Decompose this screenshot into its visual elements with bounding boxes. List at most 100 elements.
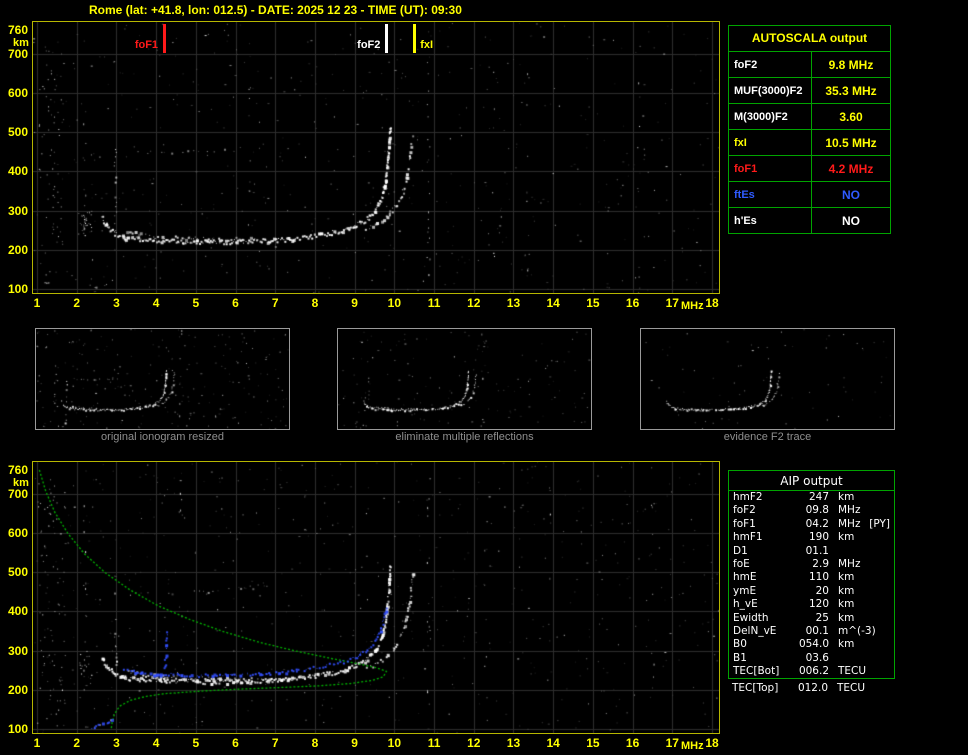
aip-table-rows: hmF2 247 km foF2 09.8 MHz foF1 04.2 MHz [PY] hmF1 1… xyxy=(729,491,894,678)
aip-table-title: AIP output xyxy=(729,471,894,491)
y-axis-tick-top: 300 xyxy=(7,203,28,218)
aip-row-unit: km xyxy=(838,531,855,544)
y-axis-tick-top: 400 xyxy=(7,164,28,179)
y-axis-tick-top: 600 xyxy=(7,85,28,100)
x-axis-tick-bottom: 13 xyxy=(506,736,521,750)
x-axis-tick-top: 8 xyxy=(311,296,319,310)
aip-row: DelN_vE 00.1 m^(-3) xyxy=(729,625,894,638)
fof1-marker-line xyxy=(163,24,167,53)
aip-row-label: B0 xyxy=(733,638,747,651)
x-axis-tick-bottom: 11 xyxy=(427,736,441,750)
y-axis-tick-bottom: 100 xyxy=(7,722,28,736)
autoscala-row: MUF(3000)F2 35.3 MHz xyxy=(729,77,890,103)
aip-row-unit: MHz xyxy=(838,504,861,517)
autoscala-row-label: foF2 xyxy=(729,52,812,77)
aip-row: TEC[Bot] 006.2 TECU xyxy=(729,665,894,678)
x-axis-tick-bottom: 4 xyxy=(152,736,160,750)
autoscala-row-value: 10.5 MHz xyxy=(825,136,877,150)
thumbnail-original-ionogram xyxy=(35,328,290,430)
aip-row-label: hmF1 xyxy=(733,531,763,544)
aip-table-rows-outside: TEC[Top] 012.0 TECU xyxy=(728,682,895,695)
aip-row: B1 03.6 xyxy=(729,652,894,665)
aip-row-unit: km xyxy=(838,571,855,584)
x-axis-tick-bottom: 10 xyxy=(387,736,402,750)
aip-row: foF1 04.2 MHz [PY] xyxy=(729,518,894,531)
x-axis-tick-bottom: 1 xyxy=(33,736,41,750)
aip-row: D1 01.1 xyxy=(729,545,894,558)
aip-row-value: 120 xyxy=(808,598,829,611)
autoscala-row-value: 3.60 xyxy=(839,110,863,124)
x-axis-tick-bottom: 3 xyxy=(113,736,120,750)
thumbnail-evidence-f2-trace xyxy=(640,328,895,430)
y-axis-tick-top: 100 xyxy=(7,282,28,296)
autoscala-row-label: ftEs xyxy=(729,182,812,207)
aip-row-unit: m^(-3) xyxy=(838,624,876,637)
aip-row-value: 006.2 xyxy=(798,665,829,678)
autoscala-row: M(3000)F2 3.60 xyxy=(729,103,890,129)
aip-row-unit: km xyxy=(838,584,855,597)
aip-row-label: foF1 xyxy=(733,517,756,530)
y-axis-tick-bottom: 600 xyxy=(7,525,28,540)
y-axis-tick-bottom: 300 xyxy=(7,643,28,658)
aip-row-label: foF2 xyxy=(733,504,756,517)
aip-row-value: 2.9 xyxy=(812,557,829,570)
x-axis-tick-top: 1 xyxy=(33,296,41,310)
aip-row-unit: MHz xyxy=(838,557,861,570)
aip-row-unit: km xyxy=(838,638,855,651)
autoscala-row-label: M(3000)F2 xyxy=(729,104,812,129)
aip-row-value: 01.1 xyxy=(805,544,829,557)
aip-row-value: 054.0 xyxy=(798,638,829,651)
x-axis-tick-top: 16 xyxy=(625,296,640,310)
autoscala-app-window: Rome (lat: +41.8, lon: 012.5) - DATE: 20… xyxy=(0,0,968,755)
autoscala-table-rows: foF2 9.8 MHz MUF(3000)F2 35.3 MHz M(3000)F2 3… xyxy=(729,51,890,233)
x-axis-tick-bottom: 17 xyxy=(665,736,679,750)
aip-row-label: h_vE xyxy=(733,598,758,611)
aip-row-value: 110 xyxy=(808,571,829,584)
aip-row: foF2 09.8 MHz xyxy=(729,504,894,517)
aip-row: foE 2.9 MHz xyxy=(729,558,894,571)
fxi-marker-line xyxy=(413,24,417,53)
autoscala-row-value: 4.2 MHz xyxy=(828,162,874,176)
y-axis-tick-bottom: 400 xyxy=(7,604,28,619)
x-axis-tick-top: 6 xyxy=(232,296,239,310)
x-axis-tick-bottom: 16 xyxy=(625,736,640,750)
thumbnail-caption-1: original ionogram resized xyxy=(101,431,224,443)
x-axis-tick-top: 9 xyxy=(351,296,358,310)
aip-row-label: foE xyxy=(733,557,750,570)
autoscala-row-label: h'Es xyxy=(729,208,812,233)
aip-row-unit: km xyxy=(838,598,855,611)
aip-row-label: D1 xyxy=(733,544,748,557)
aip-row-label: B1 xyxy=(733,651,747,664)
aip-row-label: hmE xyxy=(733,571,757,584)
thumbnail-caption-2: eliminate multiple reflections xyxy=(395,431,534,443)
aip-row-unit: TECU xyxy=(837,682,866,694)
aip-row-value: 00.1 xyxy=(805,624,829,637)
x-axis-tick-bottom: 5 xyxy=(192,736,200,750)
aip-row-extra: [PY] xyxy=(869,517,890,530)
y-axis-tick-bottom: 500 xyxy=(7,565,28,580)
x-axis-tick-bottom: 2 xyxy=(73,736,81,750)
x-axis-tick-top: 3 xyxy=(113,296,120,310)
fof1-marker-label: foF1 xyxy=(134,39,159,51)
autoscala-table-title: AUTOSCALA output xyxy=(751,31,868,45)
y-axis-tick-top: 200 xyxy=(7,242,28,257)
x-axis-tick-top: 13 xyxy=(506,296,521,310)
x-axis-tick-top: 14 xyxy=(546,296,560,310)
x-axis-tick-top: 12 xyxy=(467,296,481,310)
aip-row: hmF2 247 km xyxy=(729,491,894,504)
aip-row-value: 012.0 xyxy=(797,682,828,694)
x-axis-tick-top: 2 xyxy=(73,296,81,310)
aip-row-unit: TECU xyxy=(838,665,867,678)
aip-row-unit: MHz xyxy=(838,517,861,530)
y-axis-unit-bottom: km xyxy=(13,477,29,489)
x-axis-tick-top: 10 xyxy=(387,296,402,310)
aip-row-value: 20 xyxy=(815,584,829,597)
y-axis-tick-top: 760 xyxy=(7,23,28,37)
autoscala-row-label: foF1 xyxy=(729,156,812,181)
x-axis-unit-bottom: MHz xyxy=(681,740,704,752)
aip-row-unit: km xyxy=(838,611,855,624)
aip-row: B0 054.0 km xyxy=(729,638,894,651)
aip-row-value: 190 xyxy=(808,531,829,544)
x-axis-tick-top: 18 xyxy=(705,296,719,310)
x-axis-tick-bottom: 6 xyxy=(232,736,239,750)
